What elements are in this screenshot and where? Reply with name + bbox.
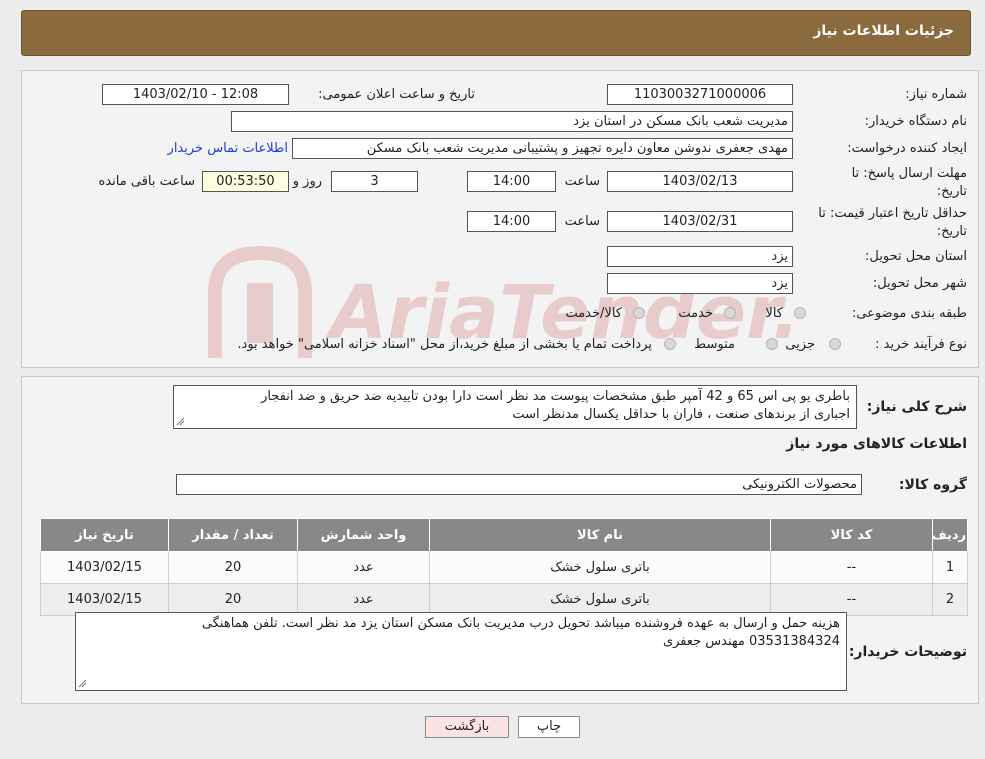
- buyer-contact-link[interactable]: اطلاعات تماس خریدار: [168, 141, 288, 156]
- table-row: 2 -- باتری سلول خشک عدد 20 1403/02/15: [40, 583, 968, 616]
- category-label: طبقه بندی موضوعی:: [851, 306, 967, 321]
- col-header-name: نام کالا: [429, 518, 771, 552]
- cell-row-number: 1: [932, 551, 968, 584]
- cell-unit: عدد: [297, 583, 430, 616]
- announce-field: 1403/02/10 - 12:08: [102, 84, 289, 105]
- days-field: 3: [331, 171, 418, 192]
- goods-group-field: محصولات الکترونیکی: [176, 474, 862, 495]
- requester-field: مهدی جعفری ندوشن معاون دایره تجهیز و پشت…: [292, 138, 793, 159]
- validity-hour-label: ساعت: [564, 214, 600, 229]
- goods-group-label: گروه کالا:: [898, 477, 967, 493]
- province-field: یزد: [607, 246, 793, 267]
- deadline-date-field: 1403/02/13: [607, 171, 793, 192]
- col-header-date: تاریخ نیاز: [40, 518, 169, 552]
- cell-date: 1403/02/15: [40, 583, 169, 616]
- back-button[interactable]: بازگشت: [425, 716, 509, 738]
- deadline-time-field: 14:00: [467, 171, 556, 192]
- resize-grip-icon[interactable]: [78, 679, 87, 688]
- col-header-code: کد کالا: [770, 518, 933, 552]
- print-button[interactable]: چاپ: [518, 716, 580, 738]
- table-row: 1 -- باتری سلول خشک عدد 20 1403/02/15: [40, 551, 968, 584]
- cell-row-number: 2: [932, 583, 968, 616]
- buyer-org-label: نام دستگاه خریدار:: [864, 114, 967, 129]
- category-radio-goods[interactable]: [794, 307, 806, 319]
- deadline-label-date: تاریخ:: [936, 184, 967, 199]
- category-option-service: خدمت: [678, 306, 713, 321]
- city-label: شهر محل تحویل:: [872, 276, 967, 291]
- process-radio-minor[interactable]: [829, 338, 841, 350]
- col-header-unit: واحد شمارش: [297, 518, 430, 552]
- deadline-label: مهلت ارسال پاسخ: تا: [851, 166, 967, 181]
- buyer-notes-line-1: هزینه حمل و ارسال به عهده فروشنده میباشد…: [201, 616, 840, 631]
- cell-name: باتری سلول خشک: [429, 583, 771, 616]
- category-radio-both[interactable]: [633, 307, 645, 319]
- cell-name: باتری سلول خشک: [429, 551, 771, 584]
- cell-unit: عدد: [297, 551, 430, 584]
- resize-grip-icon[interactable]: [176, 417, 185, 426]
- process-note: پرداخت تمام یا بخشی از مبلغ خرید،از محل …: [237, 337, 652, 352]
- requester-label: ایجاد کننده درخواست:: [847, 141, 967, 156]
- validity-time-field: 14:00: [467, 211, 556, 232]
- buyer-notes-textarea: هزینه حمل و ارسال به عهده فروشنده میباشد…: [75, 612, 847, 691]
- summary-label: شرح کلی نیاز:: [866, 399, 967, 415]
- city-field: یزد: [607, 273, 793, 294]
- cell-date: 1403/02/15: [40, 551, 169, 584]
- cell-code: --: [770, 583, 933, 616]
- province-label: استان محل تحویل:: [865, 249, 967, 264]
- page-header: جزئیات اطلاعات نیاز: [21, 10, 971, 56]
- buyer-notes-line-2: 03531384324 مهندس جعفری: [662, 634, 840, 649]
- validity-date-field: 1403/02/31: [607, 211, 793, 232]
- validity-label-date: تاریخ:: [936, 224, 967, 239]
- process-option-medium: متوسط: [694, 337, 735, 352]
- items-table: ردیف کد کالا نام کالا واحد شمارش تعداد /…: [40, 518, 968, 616]
- validity-label: حداقل تاریخ اعتبار قیمت: تا: [818, 206, 967, 221]
- deadline-hour-label: ساعت: [564, 174, 600, 189]
- summary-line-2: اجباری از برندهای صنعت ، فاران با حداقل …: [512, 407, 850, 422]
- buyer-notes-label: توضیحات خریدار:: [848, 644, 967, 660]
- process-checkbox-treasury[interactable]: [664, 338, 676, 350]
- process-label: نوع فرآیند خرید :: [875, 337, 967, 352]
- table-header-row: ردیف کد کالا نام کالا واحد شمارش تعداد /…: [40, 518, 968, 552]
- process-radio-medium[interactable]: [766, 338, 778, 350]
- cell-quantity: 20: [168, 583, 298, 616]
- remaining-label: ساعت باقی مانده: [98, 174, 195, 189]
- cell-quantity: 20: [168, 551, 298, 584]
- need-number-field: 1103003271000006: [607, 84, 793, 105]
- need-number-label: شماره نیاز:: [905, 87, 967, 102]
- col-header-row-number: ردیف: [931, 518, 968, 552]
- summary-line-1: باطری یو پی اس 65 و 42 آمپر طبق مشخصات پ…: [261, 389, 850, 404]
- summary-textarea: باطری یو پی اس 65 و 42 آمپر طبق مشخصات پ…: [173, 385, 857, 429]
- category-option-goods: کالا: [765, 306, 783, 321]
- page-title: جزئیات اطلاعات نیاز: [813, 23, 954, 39]
- days-label: روز و: [292, 174, 322, 189]
- announce-label: تاریخ و ساعت اعلان عمومی:: [318, 87, 475, 102]
- process-option-minor: جزیی: [785, 337, 815, 352]
- category-radio-service[interactable]: [724, 307, 736, 319]
- buyer-org-field: مدیریت شعب بانک مسکن در استان یزد: [231, 111, 793, 132]
- remaining-time-field: 00:53:50: [202, 171, 289, 192]
- col-header-quantity: تعداد / مقدار: [168, 518, 298, 552]
- cell-code: --: [770, 551, 933, 584]
- goods-info-title: اطلاعات کالاهای مورد نیاز: [786, 436, 967, 452]
- category-option-both: کالا/خدمت: [565, 306, 622, 321]
